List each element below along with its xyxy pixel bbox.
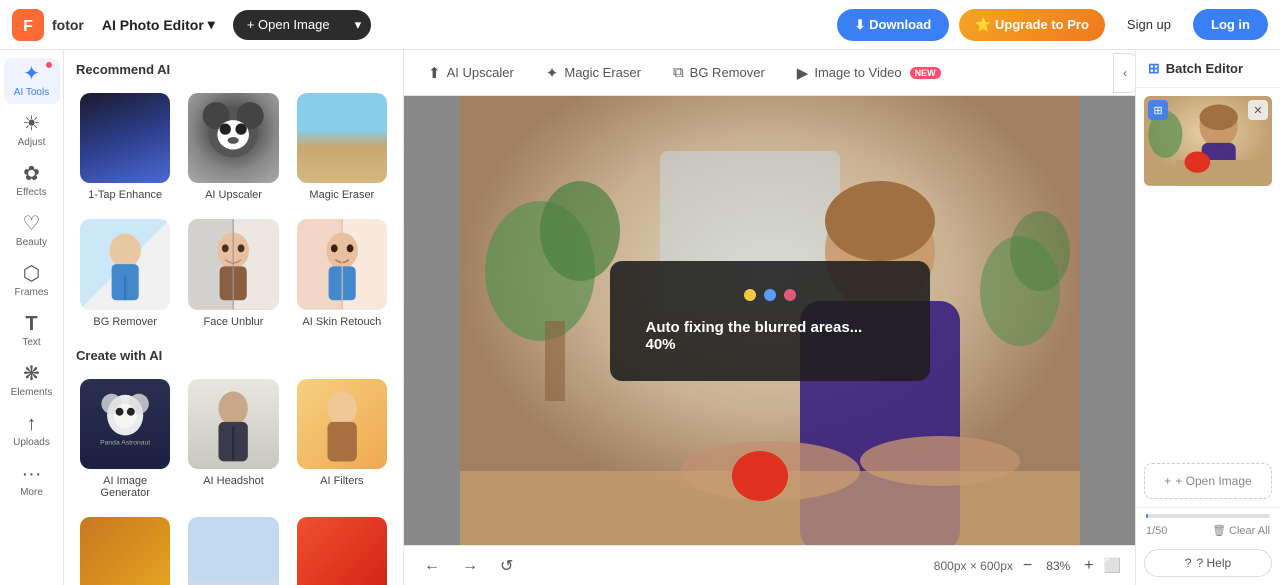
dot-1	[744, 289, 756, 301]
download-label: ⬇ Download	[855, 17, 932, 33]
canvas-image: Auto fixing the blurred areas... 40%	[460, 96, 1080, 545]
toolbar-bar: ⬆ AI Upscaler ✦ Magic Eraser ⧉ BG Remove…	[404, 50, 1135, 96]
login-label: Log in	[1211, 17, 1250, 32]
login-button[interactable]: Log in	[1193, 9, 1268, 40]
tab-image-to-video[interactable]: ▶ Image to Video NEW	[785, 58, 953, 88]
magic-eraser-tab-icon: ✦	[546, 64, 559, 82]
dot-2	[764, 289, 776, 301]
dot-3	[784, 289, 796, 301]
center-area: ⬆ AI Upscaler ✦ Magic Eraser ⧉ BG Remove…	[404, 50, 1135, 585]
open-image-label: + Open Image	[247, 17, 330, 32]
download-button[interactable]: ⬇ Download	[837, 9, 950, 41]
panel-toggle-button[interactable]: ‹	[1113, 53, 1135, 93]
new-badge: NEW	[910, 67, 941, 79]
open-image-dropdown[interactable]: ▾	[345, 10, 372, 40]
open-image-arrow-icon: ▾	[355, 17, 362, 33]
batch-delete-icon[interactable]: ✕	[1248, 100, 1268, 120]
fotor-logo: F	[12, 9, 44, 41]
zoom-in-button[interactable]: +	[1084, 557, 1093, 575]
loading-overlay: Auto fixing the blurred areas... 40%	[610, 261, 930, 381]
resolution-info: 800px × 600px	[934, 559, 1013, 573]
logo-area: F fotor	[12, 9, 84, 41]
tab-ai-upscaler[interactable]: ⬆ AI Upscaler	[416, 58, 526, 88]
zoom-out-button[interactable]: −	[1023, 557, 1032, 575]
ai-tools-grid: 1-Tap Enhance AI Upscaler	[76, 89, 391, 332]
signup-label: Sign up	[1127, 17, 1171, 32]
bg-remover-tab-icon: ⧉	[673, 64, 684, 81]
open-image-main[interactable]: + Open Image	[233, 10, 344, 39]
batch-layers-icon: ⊞	[1148, 100, 1168, 120]
zoom-level: 83%	[1042, 559, 1074, 573]
nav-next-button[interactable]: →	[456, 553, 484, 579]
fullscreen-button[interactable]: ⬜	[1104, 557, 1121, 574]
tab-magic-eraser[interactable]: ✦ Magic Eraser	[534, 58, 653, 88]
upgrade-label: ⭐ Upgrade to Pro	[975, 17, 1089, 33]
bg-remover-tab-label: BG Remover	[690, 65, 765, 80]
app-name-label: AI Photo Editor	[102, 17, 204, 33]
brand-name: fotor	[52, 17, 84, 33]
main-layout: ✦ AI Tools ☀ Adjust ✿ Effects ♡ Beauty ⬡…	[0, 50, 1280, 585]
nav-refresh-button[interactable]: ↺	[494, 552, 519, 580]
batch-image-item[interactable]: ⊞ ✕	[1144, 96, 1272, 186]
svg-text:F: F	[23, 17, 33, 34]
ai-upscaler-tab-label: AI Upscaler	[447, 65, 514, 80]
bottom-bar: ← → ↺ 800px × 600px − 83% + ⬜	[404, 545, 1135, 585]
topbar: F fotor AI Photo Editor ▾ + Open Image ▾…	[0, 0, 1280, 50]
magic-eraser-thumb	[297, 93, 387, 183]
nav-prev-button[interactable]: ←	[418, 553, 446, 579]
left-panel: Recommend AI 1-Tap Enhance	[64, 50, 404, 585]
upgrade-button[interactable]: ⭐ Upgrade to Pro	[959, 9, 1105, 41]
app-name-button[interactable]: AI Photo Editor ▾	[94, 12, 223, 37]
loading-status-text: Auto fixing the blurred areas... 40%	[646, 319, 894, 353]
ai-card-magic-eraser[interactable]: Magic Eraser	[293, 89, 391, 205]
tab-bg-remover[interactable]: ⧉ BG Remover	[661, 58, 777, 87]
magic-eraser-tab-label: Magic Eraser	[564, 65, 641, 80]
open-image-button[interactable]: + Open Image ▾	[233, 10, 371, 40]
loading-dots	[744, 289, 796, 301]
image-to-video-icon: ▶	[797, 64, 809, 82]
signup-button[interactable]: Sign up	[1115, 9, 1183, 40]
canvas-area: Auto fixing the blurred areas... 40%	[404, 96, 1135, 545]
image-to-video-tab-label: Image to Video	[814, 65, 901, 80]
app-name-chevron: ▾	[208, 16, 215, 33]
ai-upscaler-icon: ⬆	[428, 64, 441, 82]
